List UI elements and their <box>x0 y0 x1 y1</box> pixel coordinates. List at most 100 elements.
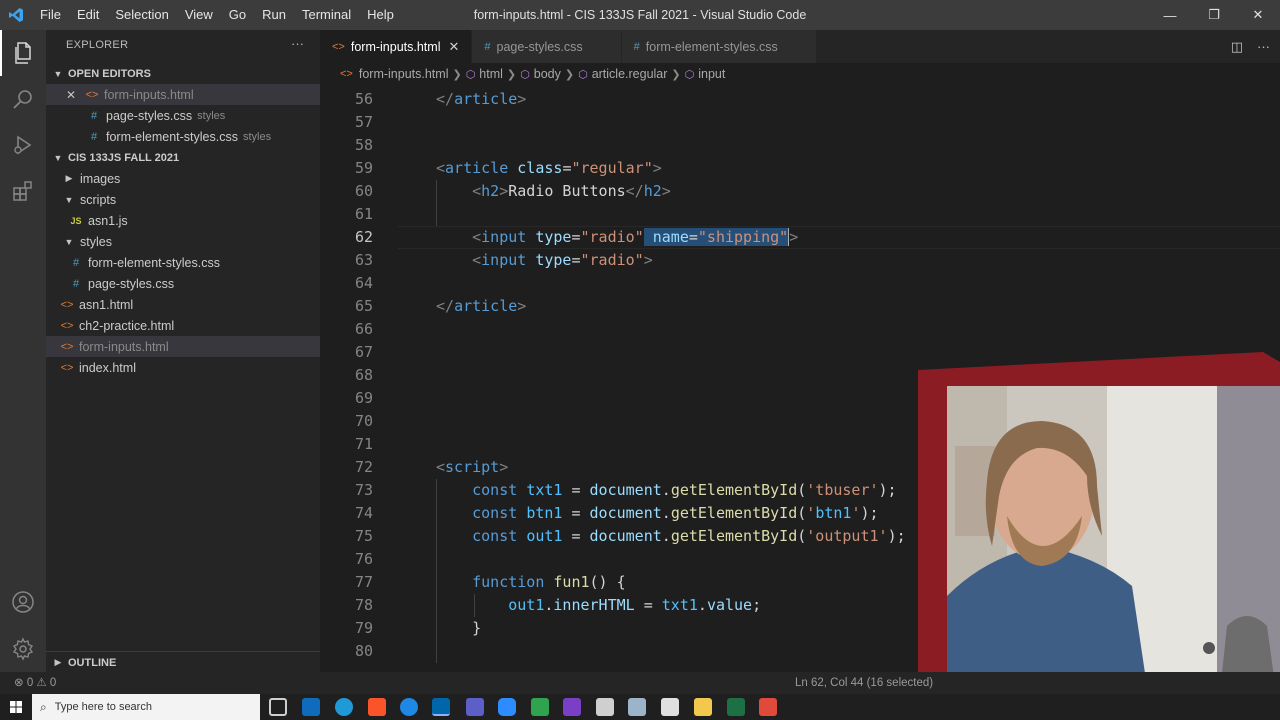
line-number: 72 <box>354 458 373 476</box>
tree-label: scripts <box>80 192 117 207</box>
code-line[interactable]: 56 </article> <box>320 88 1280 111</box>
open-editor-label: page-styles.css <box>106 108 193 123</box>
breadcrumb-article[interactable]: ⬡ article.regular <box>578 67 667 81</box>
chevron-down-icon: ▼ <box>53 153 63 163</box>
code-line[interactable]: 64 <box>320 272 1280 295</box>
code-line[interactable]: 65 </article> <box>320 295 1280 318</box>
menu-run[interactable]: Run <box>254 0 294 30</box>
zoom-icon[interactable] <box>498 698 516 716</box>
tab-label: form-element-styles.css <box>645 39 778 54</box>
terminal-app-icon[interactable] <box>661 698 679 716</box>
project-section[interactable]: ▼ CIS 133JS FALL 2021 <box>46 147 320 169</box>
line-number: 66 <box>354 320 373 338</box>
tree-file[interactable]: <> index.html <box>46 357 320 378</box>
menu-edit[interactable]: Edit <box>69 0 107 30</box>
file-explorer-icon[interactable] <box>694 698 712 716</box>
tab-page-styles[interactable]: # page-styles.css <box>472 30 622 63</box>
breadcrumb-html[interactable]: ⬡ html <box>466 67 503 81</box>
menu-go[interactable]: Go <box>221 0 254 30</box>
tree-folder[interactable]: ▼ styles <box>46 231 320 252</box>
windows-start-icon[interactable] <box>0 694 32 720</box>
menu-view[interactable]: View <box>177 0 221 30</box>
files-icon[interactable] <box>0 30 46 76</box>
menu-selection[interactable]: Selection <box>107 0 176 30</box>
code-line[interactable]: 66 <box>320 318 1280 341</box>
code-line[interactable]: 57 <box>320 111 1280 134</box>
chevron-right-icon: ❯ <box>452 68 462 81</box>
code-line[interactable]: 58 <box>320 134 1280 157</box>
line-code: <h2>Radio Buttons</h2> <box>472 182 671 200</box>
open-editor-item[interactable]: ✕ <> form-inputs.html <box>46 84 320 105</box>
breadcrumb-input[interactable]: ⬡ input <box>685 67 726 81</box>
open-editors-section[interactable]: ▼ OPEN EDITORS <box>46 63 320 85</box>
editor-app-icon[interactable] <box>563 698 581 716</box>
more-actions-icon[interactable]: ··· <box>291 36 304 51</box>
split-editor-icon[interactable]: ◫ <box>1231 39 1243 55</box>
project-title: CIS 133JS FALL 2021 <box>68 152 180 164</box>
indent-guide <box>436 180 437 226</box>
taskbar-search-input[interactable]: ⌕ Type here to search <box>32 694 260 720</box>
element-icon: ⬡ <box>684 68 695 81</box>
search-icon[interactable] <box>0 76 46 122</box>
tree-file[interactable]: # form-element-styles.css <box>46 252 320 273</box>
open-editor-item[interactable]: # form-element-styles.css styles <box>46 126 320 147</box>
html-file-icon: <> <box>60 361 74 374</box>
code-line[interactable]: 59 <article class="regular"> <box>320 157 1280 180</box>
run-debug-icon[interactable] <box>0 122 46 168</box>
status-bar: ⊗ 0 ⚠ 0 Ln 62, Col 44 (16 selected) <box>0 672 1280 694</box>
tree-file-selected[interactable]: <> form-inputs.html <box>46 336 320 357</box>
breadcrumb-file[interactable]: <> form-inputs.html <box>340 67 448 81</box>
code-line[interactable]: 60 <h2>Radio Buttons</h2> <box>320 180 1280 203</box>
line-number: 56 <box>354 90 373 108</box>
outline-section[interactable]: ▶ OUTLINE <box>46 651 320 673</box>
tab-label: form-inputs.html <box>350 39 441 54</box>
line-number: 75 <box>354 527 373 545</box>
line-code: </article> <box>436 297 527 315</box>
outlook-icon[interactable] <box>302 698 320 716</box>
tree-file[interactable]: <> asn1.html <box>46 294 320 315</box>
menu-help[interactable]: Help <box>359 0 402 30</box>
breadcrumb-body[interactable]: ⬡ body <box>520 67 561 81</box>
minimize-icon[interactable]: — <box>1148 0 1192 30</box>
js-file-icon: JS <box>70 215 82 226</box>
vscode-taskbar-icon[interactable] <box>432 698 450 716</box>
html-file-icon: <> <box>60 319 74 332</box>
teams-icon[interactable] <box>466 698 484 716</box>
inkscape-icon[interactable] <box>596 698 614 716</box>
account-icon[interactable] <box>0 579 46 625</box>
camtasia-icon[interactable] <box>531 698 549 716</box>
css-file-icon: # <box>90 109 98 122</box>
problems-status[interactable]: ⊗ 0 ⚠ 0 <box>14 672 56 694</box>
tree-folder[interactable]: ▶ images <box>46 168 320 189</box>
tree-file[interactable]: JS asn1.js <box>46 210 320 231</box>
close-icon[interactable]: ✕ <box>46 88 76 102</box>
firefox-icon[interactable] <box>400 698 418 716</box>
title-bar: File Edit Selection View Go Run Terminal… <box>0 0 1280 30</box>
tree-folder[interactable]: ▼ scripts <box>46 189 320 210</box>
open-editor-item[interactable]: # page-styles.css styles <box>46 105 320 126</box>
tab-form-element-styles[interactable]: # form-element-styles.css <box>621 30 817 63</box>
menu-file[interactable]: File <box>32 0 69 30</box>
cursor-position-status[interactable]: Ln 62, Col 44 (16 selected) <box>795 672 933 694</box>
capture-app-icon[interactable] <box>759 698 777 716</box>
brave-icon[interactable] <box>368 698 386 716</box>
code-line[interactable]: 61 <box>320 203 1280 226</box>
code-line[interactable]: 62 <input type="radio" name="shipping"> <box>320 226 1280 249</box>
code-line[interactable]: 63 <input type="radio"> <box>320 249 1280 272</box>
menu-terminal[interactable]: Terminal <box>294 0 359 30</box>
restore-icon[interactable]: ❐ <box>1192 0 1236 30</box>
extensions-icon[interactable] <box>0 168 46 214</box>
close-icon[interactable]: ✕ <box>448 39 459 55</box>
line-code: <input type="radio"> <box>472 251 653 269</box>
tab-form-inputs[interactable]: <> form-inputs.html ✕ <box>320 30 473 63</box>
task-view-icon[interactable] <box>269 698 287 716</box>
close-icon[interactable]: ✕ <box>1236 0 1280 30</box>
tree-file[interactable]: # page-styles.css <box>46 273 320 294</box>
edge-icon[interactable] <box>335 698 353 716</box>
tree-file[interactable]: <> ch2-practice.html <box>46 315 320 336</box>
webcam-overlay <box>918 352 1280 720</box>
settings-gear-icon[interactable] <box>0 626 46 672</box>
more-actions-icon[interactable]: ··· <box>1257 39 1270 54</box>
calculator-icon[interactable] <box>628 698 646 716</box>
excel-icon[interactable] <box>727 698 745 716</box>
